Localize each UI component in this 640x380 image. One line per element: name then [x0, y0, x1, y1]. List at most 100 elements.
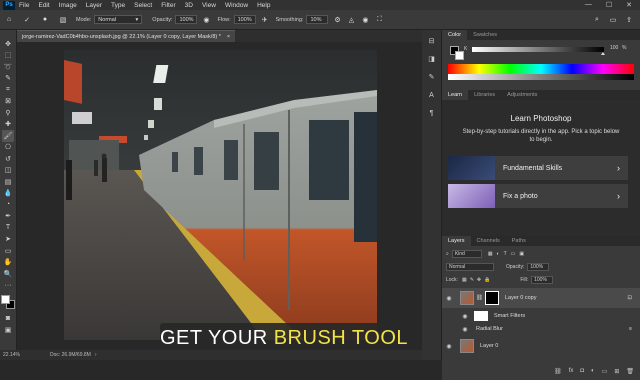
- marquee-tool-icon[interactable]: ⬚: [2, 50, 14, 62]
- maximize-button[interactable]: ☐: [606, 1, 612, 9]
- menu-help[interactable]: Help: [257, 2, 270, 9]
- home-icon[interactable]: ⌂: [4, 15, 14, 25]
- menu-select[interactable]: Select: [134, 2, 152, 9]
- layer-mask-thumbnail[interactable]: [484, 291, 499, 305]
- blend-mode-select[interactable]: Normal: [446, 263, 494, 271]
- dodge-tool-icon[interactable]: ◔: [2, 199, 14, 211]
- card-fundamental-skills[interactable]: Fundamental Skills ›: [448, 156, 628, 180]
- more-tools-icon[interactable]: ···: [2, 280, 14, 292]
- paragraph-icon[interactable]: ¶: [427, 108, 437, 118]
- eye-icon[interactable]: ◉: [460, 326, 470, 333]
- bg-color-chip[interactable]: [455, 51, 464, 60]
- eraser-tool-icon[interactable]: ◫: [2, 165, 14, 177]
- menu-image[interactable]: Image: [59, 2, 77, 9]
- lasso-tool-icon[interactable]: ➰: [2, 61, 14, 73]
- k-slider-handle[interactable]: [601, 52, 605, 55]
- angle-icon[interactable]: ◬: [346, 15, 356, 25]
- menu-view[interactable]: View: [202, 2, 216, 9]
- menu-type[interactable]: Type: [111, 2, 125, 9]
- status-arrow-icon[interactable]: ›: [95, 352, 97, 358]
- lock-paint-icon[interactable]: ✎: [470, 277, 474, 283]
- fill-field[interactable]: 100%: [531, 276, 554, 284]
- lock-all-icon[interactable]: 🔒: [484, 277, 490, 283]
- blur-tool-icon[interactable]: 💧: [2, 188, 14, 200]
- foreground-color-swatch[interactable]: [1, 295, 10, 304]
- link-icon[interactable]: ⛓: [476, 295, 483, 301]
- adjustment-icon[interactable]: ◐: [591, 368, 595, 378]
- share-icon[interactable]: ⇪: [624, 15, 634, 25]
- menu-3d[interactable]: 3D: [185, 2, 193, 9]
- rectangle-tool-icon[interactable]: ▭: [2, 245, 14, 257]
- tab-libraries[interactable]: Libraries: [468, 90, 501, 100]
- document-tab[interactable]: jorge-ramirez-VadC0b4hbo-unsplash.jpg @ …: [17, 30, 236, 42]
- workspace-icon[interactable]: ▭: [608, 15, 618, 25]
- history-icon[interactable]: ⊟: [427, 36, 437, 46]
- trash-icon[interactable]: 🗑: [626, 368, 634, 378]
- filter-smart-icon[interactable]: ▣: [519, 251, 524, 257]
- symmetry-icon[interactable]: ⛶: [374, 15, 384, 25]
- kind-select[interactable]: Kind: [451, 250, 482, 258]
- brushes-icon[interactable]: ✎: [427, 72, 437, 82]
- clone-stamp-tool-icon[interactable]: ⎔: [2, 142, 14, 154]
- quick-mask-icon[interactable]: ◙: [2, 313, 14, 325]
- flow-field[interactable]: 100%: [233, 15, 256, 24]
- layer-row-layer-0-copy[interactable]: ◉ ⛓ Layer 0 copy ⊡: [442, 288, 640, 308]
- link-layers-icon[interactable]: ⛓: [554, 368, 562, 378]
- move-tool-icon[interactable]: ✥: [2, 38, 14, 50]
- tab-layers[interactable]: Layers: [442, 236, 471, 246]
- tab-color[interactable]: Color: [442, 30, 468, 40]
- layer-row-layer-0[interactable]: ◉ Layer 0: [442, 336, 640, 356]
- menu-file[interactable]: File: [19, 2, 29, 9]
- character-icon[interactable]: A: [427, 90, 437, 100]
- eye-icon[interactable]: ◉: [444, 295, 454, 302]
- filter-mask-thumbnail[interactable]: [474, 311, 488, 321]
- brush-preset-icon[interactable]: ✓: [22, 15, 32, 25]
- foreground-background-colors[interactable]: [1, 295, 15, 309]
- add-mask-icon[interactable]: ◘: [580, 368, 584, 378]
- group-icon[interactable]: ▭: [602, 368, 608, 378]
- menu-filter[interactable]: Filter: [161, 2, 175, 9]
- opacity-field[interactable]: 100%: [175, 15, 198, 24]
- menu-edit[interactable]: Edit: [38, 2, 49, 9]
- properties-icon[interactable]: ◨: [427, 54, 437, 64]
- brush-tool-icon[interactable]: 🖌: [2, 130, 14, 142]
- history-brush-tool-icon[interactable]: ↺: [2, 153, 14, 165]
- grayscale-bar[interactable]: [448, 74, 634, 80]
- screen-mode-icon[interactable]: ▣: [2, 325, 14, 337]
- frame-tool-icon[interactable]: ⊠: [2, 96, 14, 108]
- crop-tool-icon[interactable]: ⌗: [2, 84, 14, 96]
- k-slider[interactable]: [472, 47, 604, 52]
- pen-tool-icon[interactable]: ✒: [2, 211, 14, 223]
- brush-size-icon[interactable]: ●: [40, 15, 50, 25]
- hand-tool-icon[interactable]: ✋: [2, 257, 14, 269]
- gradient-tool-icon[interactable]: ▤: [2, 176, 14, 188]
- pressure-opacity-icon[interactable]: ◉: [201, 15, 211, 25]
- layer-row-smart-filters[interactable]: ◉ Smart Filters: [442, 309, 640, 323]
- search-icon[interactable]: ⌕: [592, 15, 602, 25]
- eyedropper-tool-icon[interactable]: ⚲: [2, 107, 14, 119]
- airbrush-icon[interactable]: ✈: [260, 15, 270, 25]
- type-tool-icon[interactable]: T: [2, 222, 14, 234]
- menu-window[interactable]: Window: [225, 2, 248, 9]
- layer-row-radial-blur[interactable]: ◉ Radial Blur ≡: [442, 323, 640, 335]
- filter-type-icon[interactable]: T: [504, 251, 507, 257]
- tab-learn[interactable]: Learn: [442, 90, 469, 100]
- eye-icon[interactable]: ◉: [460, 313, 470, 320]
- tab-paths[interactable]: Paths: [506, 236, 532, 246]
- filter-pixel-icon[interactable]: ▦: [488, 251, 493, 257]
- zoom-tool-icon[interactable]: 🔍: [2, 268, 14, 280]
- layer-opacity-field[interactable]: 100%: [527, 263, 550, 271]
- fx-icon[interactable]: fx: [569, 368, 574, 378]
- zoom-level[interactable]: 22.14%: [3, 352, 20, 358]
- gear-icon[interactable]: ⚙: [332, 15, 342, 25]
- tab-swatches[interactable]: Swatches: [467, 30, 503, 40]
- k-value[interactable]: 100: [610, 45, 618, 51]
- healing-brush-tool-icon[interactable]: ✚: [2, 119, 14, 131]
- document-image[interactable]: [64, 50, 377, 340]
- tab-adjustments[interactable]: Adjustments: [501, 90, 543, 100]
- canvas-area[interactable]: [17, 42, 422, 348]
- close-tab-icon[interactable]: ×: [227, 34, 230, 40]
- minimize-button[interactable]: —: [585, 1, 592, 9]
- path-select-tool-icon[interactable]: ➤: [2, 234, 14, 246]
- pressure-size-icon[interactable]: ◉: [360, 15, 370, 25]
